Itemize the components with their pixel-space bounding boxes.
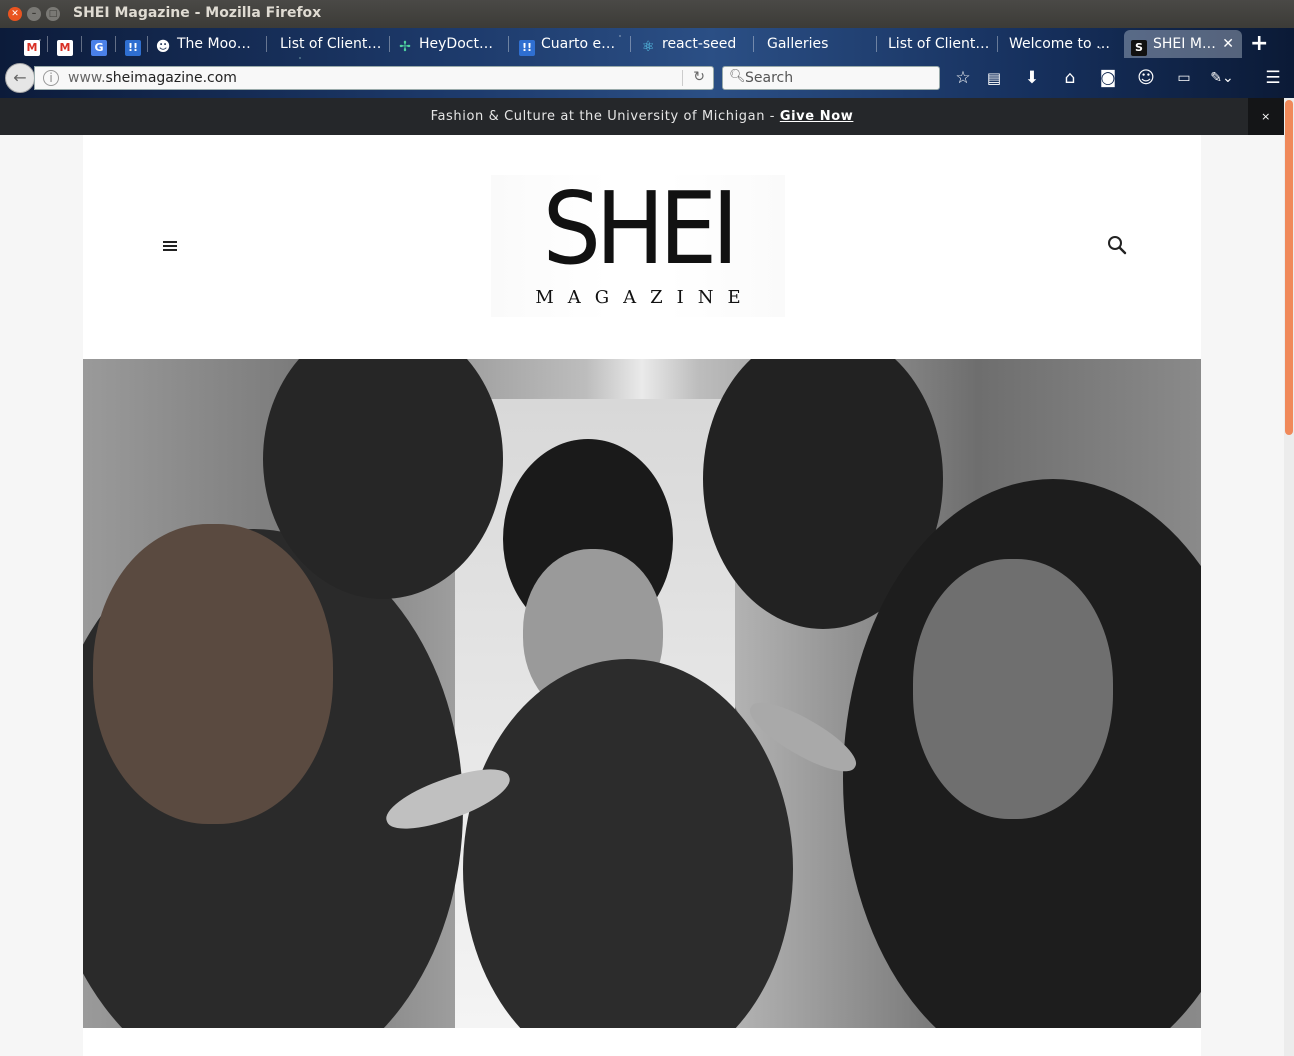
window-minimize-button[interactable]: –: [27, 7, 41, 21]
site-search-icon[interactable]: [1107, 235, 1127, 255]
navigation-bar: ← i www.sheimagazine.com ↻ 🔍︎ ☆ ▤ ⬇ ⌂ ◙ …: [0, 58, 1294, 98]
tab-react-seed[interactable]: ⚛ react-seed: [640, 30, 754, 58]
url-bar[interactable]: i www.sheimagazine.com ↻: [34, 66, 714, 90]
reload-icon[interactable]: ↻: [693, 69, 705, 85]
sparkle-icon: ✢: [399, 39, 411, 55]
tab-label: HeyDoct…: [419, 36, 493, 52]
home-icon[interactable]: ⌂: [1058, 66, 1082, 90]
react-icon: ⚛: [641, 39, 655, 55]
site-menu-icon[interactable]: [163, 241, 177, 251]
url-domain: sheimagazine.com: [105, 70, 237, 86]
scrollbar-thumb[interactable]: [1285, 100, 1293, 435]
tab-shei-magazine[interactable]: S SHEI M… ✕: [1124, 30, 1242, 58]
tab-label: Cuarto e…: [541, 36, 616, 52]
tab-label: Galleries: [767, 36, 829, 52]
smiley-icon: ☻: [155, 39, 171, 55]
app-icon: !!: [519, 40, 535, 56]
tab-label: Welcome to …: [1009, 36, 1110, 52]
tab-translate[interactable]: G: [84, 30, 116, 58]
window-close-button[interactable]: ✕: [8, 7, 22, 21]
search-icon: 🔍︎: [729, 69, 746, 84]
browser-chrome: M M G !! ☻ The Moo… List of Client… ✢ HeyD…: [0, 28, 1294, 98]
search-input[interactable]: [745, 68, 935, 88]
url-text[interactable]: www.sheimagazine.com: [68, 70, 237, 86]
tab-label: List of Client…: [280, 36, 382, 52]
extension-menu-icon[interactable]: ✎⌄: [1210, 66, 1234, 90]
close-announcement-button[interactable]: ×: [1248, 98, 1284, 135]
hero-image[interactable]: [83, 359, 1201, 1028]
bookmark-star-icon[interactable]: ☆: [951, 66, 975, 90]
shei-icon: S: [1131, 40, 1147, 56]
tab-the-moo[interactable]: ☻ The Moo…: [155, 30, 267, 58]
pocket-icon[interactable]: ◙: [1096, 66, 1120, 90]
tab-list-of-clients-1[interactable]: List of Client…: [272, 30, 390, 58]
smiley-icon[interactable]: ☺: [1134, 66, 1158, 90]
back-arrow-icon: ←: [13, 68, 27, 87]
gmail-icon: M: [57, 40, 73, 56]
hero-figure: [913, 559, 1113, 819]
app-icon: !!: [125, 40, 141, 56]
extension-icon[interactable]: ▭: [1172, 66, 1196, 90]
tab-label: List of Client…: [888, 36, 990, 52]
new-tab-button[interactable]: +: [1250, 32, 1268, 56]
tab-gmail-2[interactable]: M: [50, 30, 82, 58]
window-titlebar: ✕ – □ SHEI Magazine - Mozilla Firefox: [0, 0, 1294, 28]
gmail-icon: M: [24, 40, 40, 56]
url-prefix: www.: [68, 70, 106, 86]
site-container: SHEI MAGAZINE: [83, 135, 1201, 1056]
window-maximize-button[interactable]: □: [46, 7, 60, 21]
back-button[interactable]: ←: [5, 63, 35, 93]
page-body: SHEI MAGAZINE: [0, 135, 1284, 1056]
tab-label: SHEI M…: [1153, 36, 1216, 52]
page-scrollbar[interactable]: [1284, 98, 1294, 1056]
logo-sub-text: MAGAZINE: [535, 287, 755, 308]
close-tab-icon[interactable]: ✕: [1222, 30, 1234, 58]
announcement-bar: Fashion & Culture at the University of M…: [0, 98, 1284, 135]
download-icon[interactable]: ⬇: [1020, 66, 1044, 90]
site-logo[interactable]: SHEI MAGAZINE: [491, 170, 785, 317]
close-icon: ×: [1261, 110, 1271, 123]
bookmarks-list-icon[interactable]: ▤: [982, 66, 1006, 90]
site-info-icon[interactable]: i: [43, 70, 59, 86]
hamburger-menu-icon[interactable]: ☰: [1261, 66, 1285, 90]
logo-main-text: SHEI: [542, 170, 739, 287]
tab-strip: M M G !! ☻ The Moo… List of Client… ✢ HeyD…: [0, 28, 1294, 58]
tab-gmail-1[interactable]: M: [18, 30, 48, 58]
tab-list-of-clients-2[interactable]: List of Client…: [880, 30, 998, 58]
tab-label: react-seed: [662, 36, 737, 52]
give-now-link[interactable]: Give Now: [780, 109, 854, 124]
announcement-text: Fashion & Culture at the University of M…: [430, 109, 780, 124]
tab-cuarto[interactable]: !! Cuarto e…: [519, 30, 631, 58]
translate-icon: G: [91, 40, 107, 56]
hero-figure: [93, 524, 333, 824]
tab-welcome[interactable]: Welcome to …: [1001, 30, 1119, 58]
tab-heydoct[interactable]: ✢ HeyDoct…: [397, 30, 509, 58]
window-title: SHEI Magazine - Mozilla Firefox: [73, 5, 322, 21]
search-bar[interactable]: 🔍︎: [722, 66, 940, 90]
tab-galleries[interactable]: Galleries: [759, 30, 877, 58]
tab-label: The Moo…: [177, 36, 251, 52]
tab-app[interactable]: !!: [118, 30, 148, 58]
